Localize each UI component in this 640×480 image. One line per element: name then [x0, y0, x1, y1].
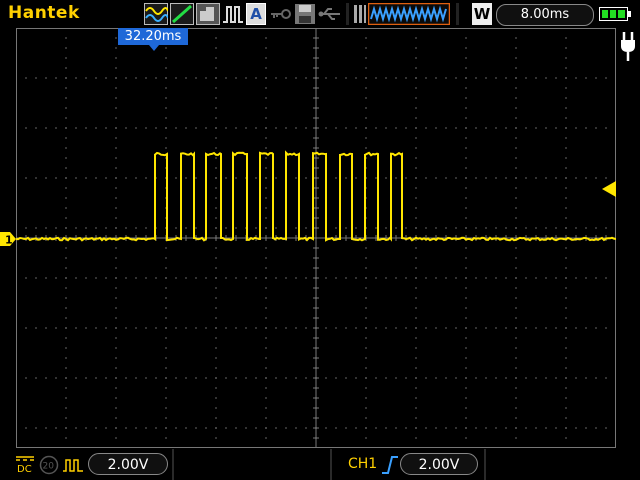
brand-logo: Hantek	[8, 3, 80, 23]
bottom-divider	[330, 449, 332, 480]
waveform-letter-badge: W	[472, 3, 492, 25]
ramp-icon[interactable]	[170, 3, 194, 25]
save-disk-icon[interactable]	[294, 3, 316, 25]
waveform-memory-icon[interactable]	[368, 3, 450, 25]
wave-mode-icon[interactable]	[144, 3, 168, 25]
key-icon	[271, 9, 291, 19]
trigger-level-readout[interactable]: 2.00V	[400, 453, 478, 475]
rising-edge-icon[interactable]	[380, 455, 400, 475]
ch1-waveform	[16, 150, 616, 242]
dc-coupling-icon[interactable]: DC	[14, 455, 36, 475]
toolbar-divider	[456, 3, 459, 25]
probe-pulse-icon	[63, 459, 83, 472]
memory-depth-icon	[354, 5, 366, 23]
persistence-icon[interactable]	[196, 3, 220, 25]
ch1-marker-label: 1	[5, 234, 13, 247]
trigger-position-label[interactable]: 32.20ms	[118, 28, 188, 45]
bw-limit-label: 20	[43, 462, 55, 472]
ch1-ground-marker[interactable]: 1	[0, 231, 16, 247]
ch1-trace	[16, 150, 616, 242]
battery-icon	[599, 7, 631, 21]
coupling-label: DC	[17, 464, 32, 475]
toolbar-divider	[346, 3, 349, 25]
trigger-level-marker[interactable]	[602, 181, 616, 197]
power-plug-icon	[621, 32, 635, 61]
timebase-readout[interactable]: 8.00ms	[496, 4, 594, 26]
trigger-position-arrow	[149, 45, 159, 51]
pulse-icon[interactable]	[222, 3, 244, 25]
bandwidth-limit-icon[interactable]: 20	[39, 455, 59, 475]
usb-icon	[318, 8, 340, 20]
ch1-scale-readout[interactable]: 2.00V	[88, 453, 168, 475]
bottom-status-bar: DC 20 2.00V CH1 2.00V	[0, 449, 640, 480]
auto-mode-button[interactable]: A	[246, 3, 266, 25]
bottom-divider	[172, 449, 174, 480]
bottom-divider	[484, 449, 486, 480]
trigger-source-label[interactable]: CH1	[348, 456, 377, 472]
top-status-bar: Hantek A W 8.00ms	[0, 0, 640, 28]
